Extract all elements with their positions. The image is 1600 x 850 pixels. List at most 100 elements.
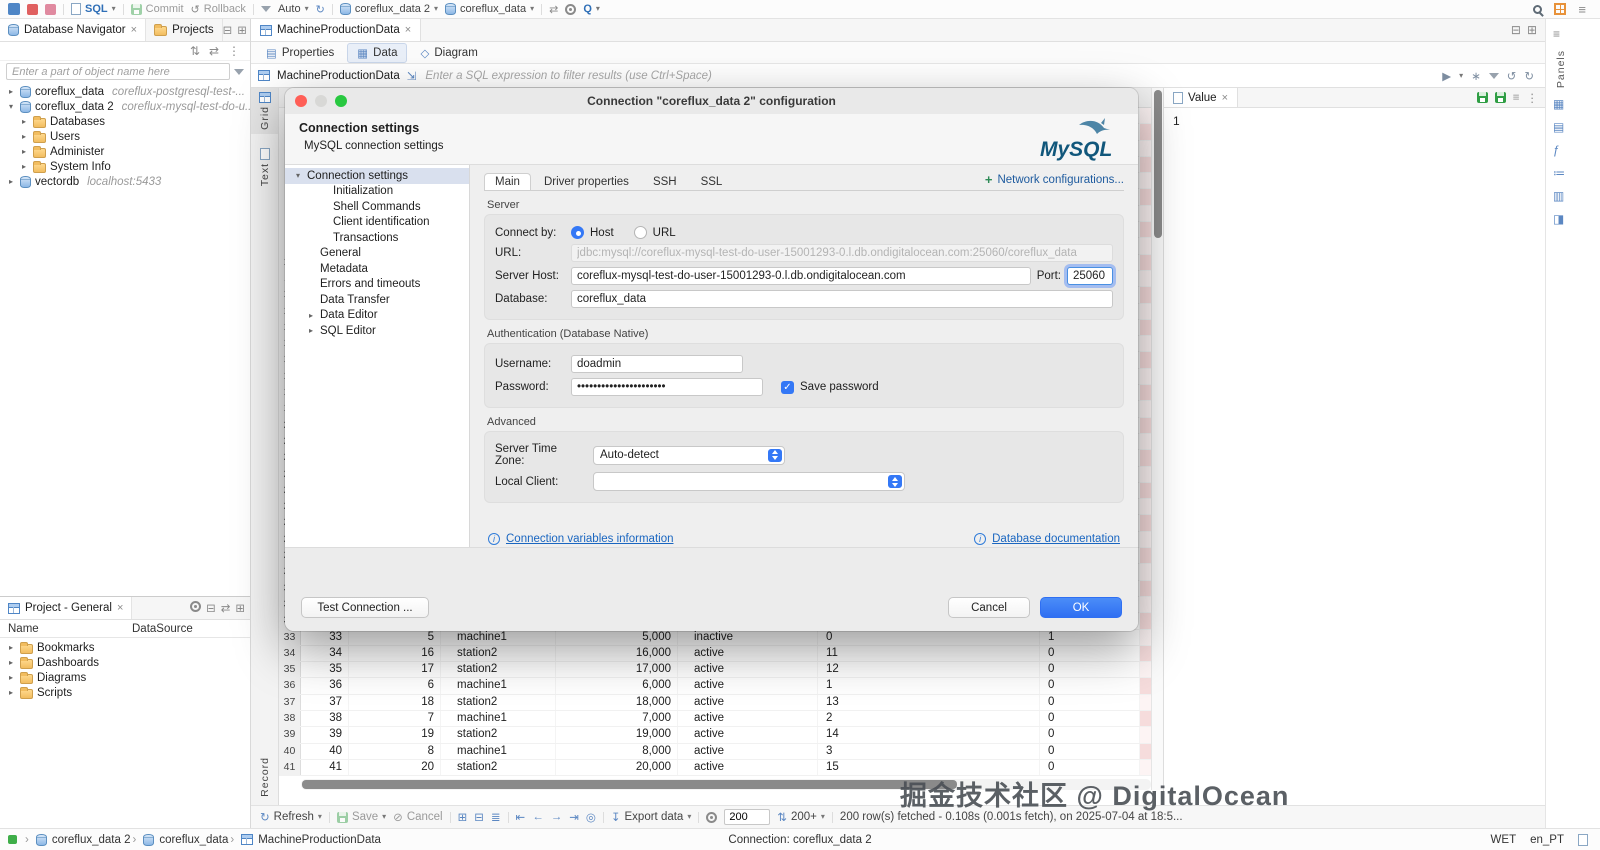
maximize-icon[interactable]: ⊞ — [235, 601, 245, 615]
driver-manager-icon[interactable] — [45, 3, 56, 15]
dialog-tree-item[interactable]: Initialization — [285, 184, 469, 200]
cell-machine-name[interactable]: station2 — [441, 759, 556, 776]
add-row-icon[interactable]: ⊞ — [458, 810, 468, 824]
cancel-button[interactable]: Cancel — [948, 597, 1030, 618]
jdbc-url-input[interactable] — [571, 244, 1113, 262]
duplicate-row-icon[interactable]: ≣ — [491, 810, 501, 824]
project-tree-item[interactable]: ▸ Bookmarks — [0, 640, 250, 655]
cell-production[interactable]: 7,000 — [556, 710, 678, 727]
navigator-tree-item[interactable]: ▸ Administer — [0, 144, 250, 159]
cell-machine-name[interactable]: machine1 — [441, 743, 556, 759]
menu-icon[interactable]: ≡ — [1578, 2, 1586, 17]
first-row-icon[interactable]: ⇤ — [516, 810, 526, 824]
table-row[interactable]: 33 33 5 machine1 5,000 inactive 0 1 — [279, 629, 1151, 646]
panel-tool-icon[interactable]: ◨ — [1553, 212, 1565, 226]
cell-status[interactable]: inactive — [678, 629, 818, 645]
navigator-tree-item[interactable]: ▸ coreflux_data coreflux-postgresql-test… — [0, 84, 250, 99]
cell-production[interactable]: 19,000 — [556, 727, 678, 743]
cell-id[interactable]: 40 — [301, 743, 349, 759]
navigator-tree-item[interactable]: ▾ coreflux_data 2 coreflux-mysql-test-do… — [0, 99, 250, 114]
project-tree-item[interactable]: ▸ Diagrams — [0, 670, 250, 685]
export-data-button[interactable]: ↧ Export data ▾ — [611, 810, 691, 824]
filter-star-icon[interactable]: ∗ — [1471, 69, 1481, 83]
server-timezone-select[interactable]: Auto-detect — [593, 445, 785, 465]
cell-count[interactable]: 3 — [818, 743, 1040, 759]
filter-settings-icon[interactable] — [1488, 72, 1499, 79]
panel-tool-icon[interactable]: ƒ — [1553, 143, 1565, 157]
minimize-icon[interactable]: ⊟ — [223, 23, 233, 37]
settings-icon[interactable] — [565, 3, 577, 15]
close-icon[interactable]: × — [405, 24, 411, 36]
breadcrumb-item[interactable]: › coreflux_data — [130, 833, 228, 846]
cell-production[interactable]: 18,000 — [556, 694, 678, 710]
save-password-label[interactable]: Save password — [800, 381, 879, 393]
panel-tool-icon[interactable]: ▤ — [1553, 120, 1565, 134]
editor-subtab[interactable]: ▦ Data — [347, 42, 408, 63]
tab-project-general[interactable]: Project - General × — [0, 597, 133, 619]
port-input[interactable] — [1067, 267, 1113, 285]
table-row[interactable]: 34 34 16 station2 16,000 active 11 0 — [279, 645, 1151, 663]
tree-expander-icon[interactable]: ▸ — [6, 87, 16, 96]
tree-expander-icon[interactable]: ▾ — [293, 171, 303, 180]
url-radio[interactable] — [633, 226, 647, 239]
table-row[interactable]: 37 37 18 station2 18,000 active 13 0 — [279, 694, 1151, 711]
new-sql-editor-button[interactable]: SQL ▾ — [71, 3, 116, 15]
cell-machine-id[interactable]: 18 — [349, 694, 441, 710]
cell-id[interactable]: 39 — [301, 727, 349, 743]
project-tree-item[interactable]: ▸ Scripts — [0, 685, 250, 700]
cell-flag[interactable]: 0 — [1040, 759, 1140, 776]
settings-icon[interactable] — [190, 601, 202, 612]
result-tab-record[interactable]: Record — [251, 753, 278, 801]
dialog-tab[interactable]: Main — [484, 173, 531, 190]
cell-machine-id[interactable]: 19 — [349, 727, 441, 743]
vertical-scrollbar-thumb[interactable] — [1154, 90, 1162, 238]
cell-id[interactable]: 41 — [301, 759, 349, 776]
row-number[interactable]: 34 — [279, 645, 301, 662]
cell-id[interactable]: 37 — [301, 694, 349, 710]
dialog-tree-item[interactable]: Transactions — [285, 230, 469, 246]
cell-production[interactable]: 20,000 — [556, 759, 678, 776]
editor-subtab[interactable]: ◇ Diagram — [410, 43, 487, 63]
cell-count[interactable]: 12 — [818, 662, 1040, 678]
sync-icon[interactable]: ⇄ — [221, 601, 231, 615]
table-row[interactable]: 38 38 7 machine1 7,000 active 2 0 — [279, 710, 1151, 728]
commit-button[interactable]: Commit — [130, 3, 184, 15]
cell-status[interactable]: active — [678, 662, 818, 678]
cell-id[interactable]: 33 — [301, 629, 349, 645]
table-row[interactable]: 39 39 19 station2 19,000 active 14 0 — [279, 727, 1151, 744]
close-window-button[interactable] — [295, 95, 307, 107]
expand-icon[interactable]: ⇲ — [407, 69, 417, 83]
cell-count[interactable]: 15 — [818, 759, 1040, 776]
fetch-settings-icon[interactable] — [706, 811, 718, 823]
tab-value[interactable]: Value × — [1164, 88, 1238, 107]
column-datasource[interactable]: DataSource — [132, 623, 193, 635]
local-client-select[interactable] — [593, 472, 905, 491]
cell-machine-id[interactable]: 16 — [349, 645, 441, 662]
cell-flag[interactable]: 0 — [1040, 710, 1140, 727]
cell-count[interactable]: 1 — [818, 678, 1040, 694]
navigator-tree-item[interactable]: ▸ vectordb localhost:5433 — [0, 174, 250, 189]
cell-machine-id[interactable]: 6 — [349, 678, 441, 694]
filter-refresh-icon[interactable]: ↻ — [1524, 69, 1534, 83]
next-row-icon[interactable]: → — [551, 811, 563, 823]
tree-expander-icon[interactable]: ▸ — [19, 117, 29, 126]
host-radio-label[interactable]: Host — [590, 227, 614, 239]
cell-status[interactable]: active — [678, 694, 818, 710]
tree-expander-icon[interactable]: ▸ — [306, 311, 316, 320]
table-row[interactable]: 40 40 8 machine1 8,000 active 3 0 — [279, 743, 1151, 760]
tree-expander-icon[interactable]: ▸ — [6, 177, 16, 186]
dialog-tree-item[interactable]: Errors and timeouts — [285, 277, 469, 293]
tree-expander-icon[interactable]: ▸ — [19, 162, 29, 171]
tree-expander-icon[interactable]: ▸ — [19, 132, 29, 141]
cell-count[interactable]: 11 — [818, 645, 1040, 662]
active-database-selector[interactable]: coreflux_data ▾ — [445, 3, 534, 15]
cell-machine-name[interactable]: station2 — [441, 727, 556, 743]
link-editor-icon[interactable]: ⇄ — [209, 44, 219, 58]
last-row-icon[interactable]: ⇥ — [569, 810, 579, 824]
minimize-icon[interactable]: ⊟ — [1511, 23, 1521, 37]
cell-count[interactable]: 2 — [818, 710, 1040, 727]
cell-machine-id[interactable]: 8 — [349, 743, 441, 759]
password-input[interactable] — [571, 378, 763, 396]
rollback-button[interactable]: ↺ Rollback — [191, 3, 246, 16]
previous-row-icon[interactable]: ← — [532, 811, 544, 823]
